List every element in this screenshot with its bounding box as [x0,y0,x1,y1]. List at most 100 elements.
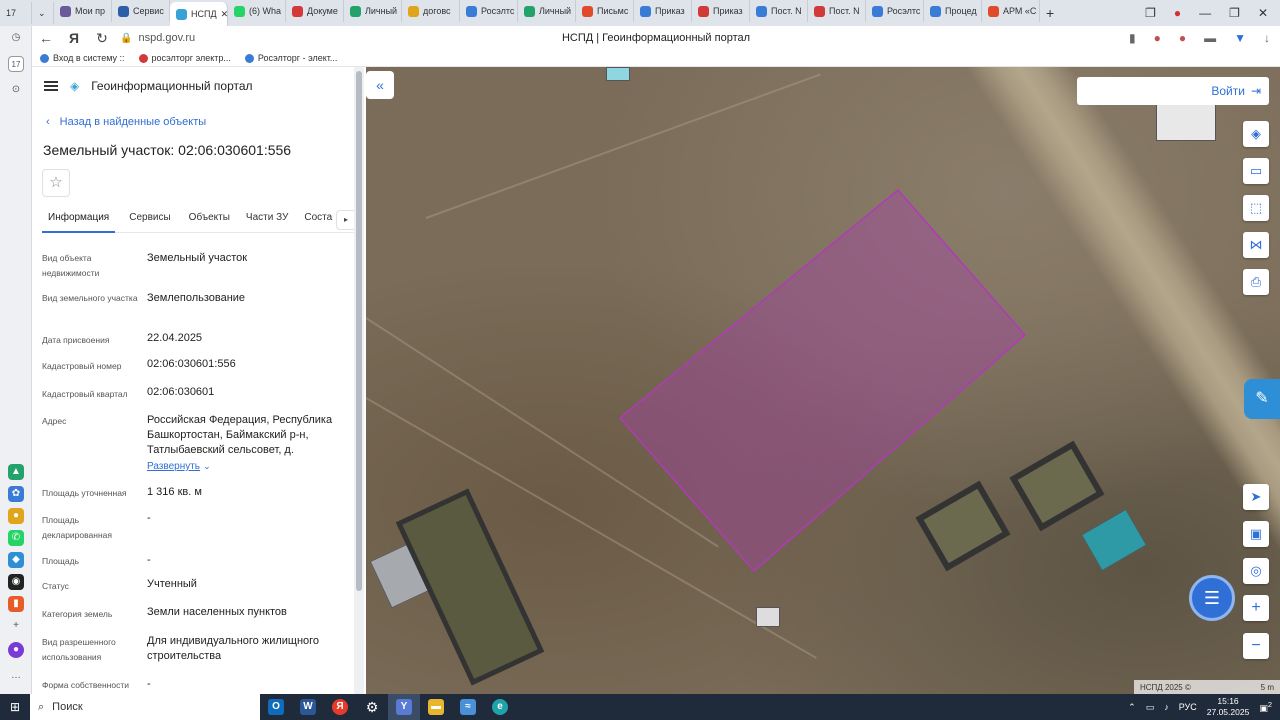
scrollbar-thumb[interactable] [356,71,362,591]
measure-button[interactable]: ▭ [1243,158,1269,184]
print-button[interactable]: ⎙ [1243,269,1269,295]
browser-tab[interactable]: Процед [924,0,982,22]
login-button[interactable]: Войти ⇥ [1077,77,1269,105]
app-icon[interactable]: ● [8,508,24,524]
bookmark-item[interactable]: росэлторг электр... [138,53,231,63]
close-icon[interactable]: ✕ [1258,6,1268,20]
app-icon[interactable]: ✿ [8,486,24,502]
alice-icon[interactable]: ● [8,642,24,658]
taskbar-yandex-active[interactable]: Y [388,694,420,720]
extension-icon[interactable]: ● [1154,31,1161,45]
bookmark-label: Росэлторг - элект... [257,53,338,63]
browser-tab[interactable]: Докуме [286,0,344,22]
browser-tab[interactable]: договс [402,0,460,22]
tab-composition[interactable]: Соста [298,207,338,233]
browser-tab[interactable]: АРМ «С [982,0,1040,22]
extension-icon[interactable]: ● [1179,31,1186,45]
chat-button[interactable]: ☰ [1189,575,1235,621]
taskbar-yandex[interactable]: Я [324,694,356,720]
browser-tab[interactable]: Сервис [112,0,170,22]
whatsapp-icon[interactable]: ✆ [8,530,24,546]
feedback-button[interactable]: ✎ [1244,379,1280,419]
minimize-icon[interactable]: — [1199,6,1211,20]
browser-tab[interactable]: Пост. N [808,0,866,22]
taskbar-settings[interactable]: ⚙ [356,694,388,720]
browser-tab[interactable]: Мои пр [54,0,112,22]
app-icon[interactable]: ◉ [8,574,24,590]
reload-icon[interactable]: ↻ [88,30,116,47]
share-button[interactable]: ⋈ [1243,232,1269,258]
browser-tab[interactable]: Росэлтс [460,0,518,22]
land-parcel-polygon[interactable] [366,67,1280,694]
zoom-in-button[interactable]: + [1243,595,1269,621]
navigate-button[interactable]: ➤ [1243,484,1269,510]
collapse-panel-button[interactable]: « [366,71,394,99]
tabs-scroll-right-button[interactable]: ▸ [336,210,356,230]
tab-count[interactable]: 17 [0,2,32,24]
extension-icon[interactable]: ▼ [1234,31,1246,45]
language-indicator[interactable]: РУС [1179,702,1197,712]
select-area-button[interactable]: ⬚ [1243,195,1269,221]
browser-tab[interactable]: Пост. N [750,0,808,22]
browser-tab[interactable]: Личный [344,0,402,22]
more-icon[interactable]: … [8,668,24,684]
download-icon[interactable]: ↓ [1264,31,1270,45]
app-icon[interactable]: ▮ [8,596,24,612]
menu-icon[interactable] [44,81,58,91]
taskbar-edge[interactable]: e [484,694,516,720]
tab-information[interactable]: Информация [42,207,116,233]
network-icon[interactable]: ▭ [1146,702,1155,713]
clock[interactable]: 15:16 27.05.2025 [1207,696,1250,718]
tab-services[interactable]: Сервисы [123,207,176,233]
browser-tab[interactable]: Приказ [692,0,750,22]
zoom-out-button[interactable]: − [1243,633,1269,659]
history-icon[interactable]: ◷ [8,30,24,46]
taskbar-word[interactable]: W [292,694,324,720]
browser-tab[interactable]: Росэлтс [866,0,924,22]
browser-tab[interactable]: (6) Wha [228,0,286,22]
favorite-button[interactable]: ☆ [42,169,70,197]
close-tab-icon[interactable]: ✕ [221,9,227,20]
expand-address-link[interactable]: Развернуть ⌄ [147,459,347,474]
panel-scrollbar[interactable] [354,67,364,694]
tab-dropdown[interactable]: ⌄ [32,2,54,24]
taskbar-app[interactable]: ≈ [452,694,484,720]
chevron-up-icon[interactable]: ⌃ [1128,702,1136,713]
double-chevron-left-icon: « [376,77,384,93]
notification-icon[interactable]: ● [1174,6,1181,20]
screenshot-icon[interactable]: ⊙ [8,82,24,98]
windows-start-icon[interactable]: ⊞ [0,700,30,714]
url-field[interactable]: nspd.gov.ru [138,32,195,44]
browser-tab[interactable]: НСПД ✕ [170,2,228,26]
tab-count-side-icon[interactable]: 17 [8,56,24,72]
tab-parcel-parts[interactable]: Части ЗУ [240,207,294,233]
app-icon[interactable]: ◆ [8,552,24,568]
extension-icon[interactable]: ▬ [1204,31,1216,45]
bookmark-item[interactable]: Росэлторг - элект... [244,53,338,63]
yandex-icon[interactable]: Я [60,30,88,46]
collections-icon[interactable]: ❐ [1145,6,1156,20]
browser-tab[interactable]: Приказ [634,0,692,22]
maximize-icon[interactable]: ❐ [1229,6,1240,20]
taskbar-outlook[interactable]: O [260,694,292,720]
tab-objects[interactable]: Объекты [183,207,236,233]
browser-tab[interactable]: Письмс [576,0,634,22]
layers-button[interactable]: ◈ [1243,121,1269,147]
back-to-results-link[interactable]: ‹ Назад в найденные объекты [46,116,206,128]
bookmark-item[interactable]: Вход в систему :: [40,53,125,63]
back-icon[interactable]: ← [32,30,60,46]
taskbar-search[interactable]: ⌕ Поиск [30,694,260,720]
app-icon[interactable]: ▲ [8,464,24,480]
tab-favicon-icon [350,5,361,17]
minimap-button[interactable]: ▣ [1243,521,1269,547]
locate-button[interactable]: ◎ [1243,558,1269,584]
new-tab-button[interactable]: + [1040,2,1060,24]
map-view[interactable]: « Войти ⇥ ◈ ▭ ⬚ ⋈ ⎙ ✎ ➤ ▣ ◎ + − ☰ НСПД 2… [366,67,1280,694]
volume-icon[interactable]: ♪ [1164,702,1169,712]
taskbar-explorer[interactable]: ▬ [420,694,452,720]
notifications-icon[interactable]: ▣2 [1259,700,1272,714]
browser-tab[interactable]: Личный [518,0,576,22]
tab-favicon-icon [988,5,999,17]
bookmark-icon[interactable]: ▮ [1129,31,1136,45]
plus-icon[interactable]: + [8,618,24,634]
